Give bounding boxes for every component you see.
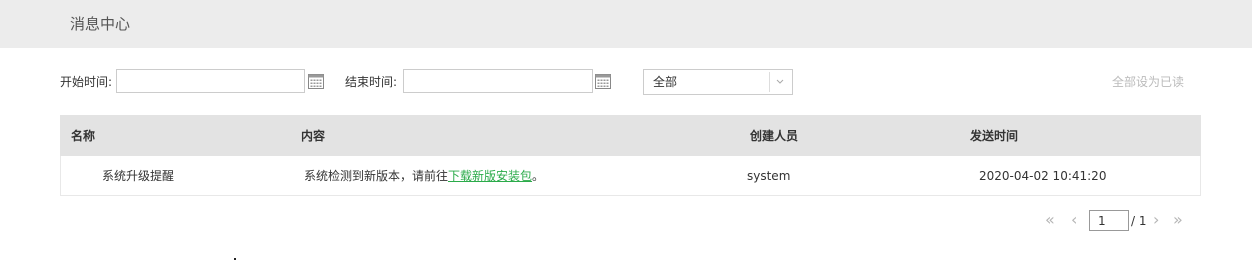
chevron-down-icon[interactable] [774,78,786,86]
first-page-button[interactable]: « [1045,212,1055,228]
column-header-creator: 创建人员 [750,129,799,143]
status-select-value: 全部 [653,75,678,89]
column-header-content: 内容 [301,129,326,143]
column-header-name: 名称 [71,129,96,143]
next-page-button[interactable]: › [1153,212,1159,228]
page-title: 消息中心 [70,15,131,33]
prev-page-button[interactable]: ‹ [1071,212,1077,228]
select-divider [769,72,770,92]
message-creator: system [747,169,791,183]
status-select[interactable]: 全部 [643,69,793,95]
end-time-input[interactable] [403,69,593,93]
page-number-input[interactable] [1089,210,1129,231]
last-page-button[interactable]: » [1173,212,1183,228]
stray-dot [234,258,236,260]
table-row[interactable]: 系统升级提醒 系统检测到新版本，请前往下载新版安装包。 system 2020-… [60,156,1201,196]
message-name: 系统升级提醒 [102,169,175,183]
page-header: 消息中心 [0,0,1252,48]
table-header: 名称 内容 创建人员 发送时间 [60,115,1201,156]
end-time-label: 结束时间: [345,75,398,89]
calendar-icon[interactable] [307,72,325,90]
message-content: 系统检测到新版本，请前往下载新版安装包。 [304,169,544,183]
message-content-suffix: 。 [532,169,545,183]
start-time-label: 开始时间: [60,75,113,89]
page-total: / 1 [1131,214,1147,228]
column-header-time: 发送时间 [970,129,1019,143]
download-link[interactable]: 下载新版安装包 [448,169,532,183]
mark-all-read-button[interactable]: 全部设为已读 [1112,74,1184,90]
calendar-icon[interactable] [594,72,612,90]
start-time-input[interactable] [116,69,305,93]
message-time: 2020-04-02 10:41:20 [979,169,1107,183]
message-content-text: 系统检测到新版本，请前往 [304,169,449,183]
